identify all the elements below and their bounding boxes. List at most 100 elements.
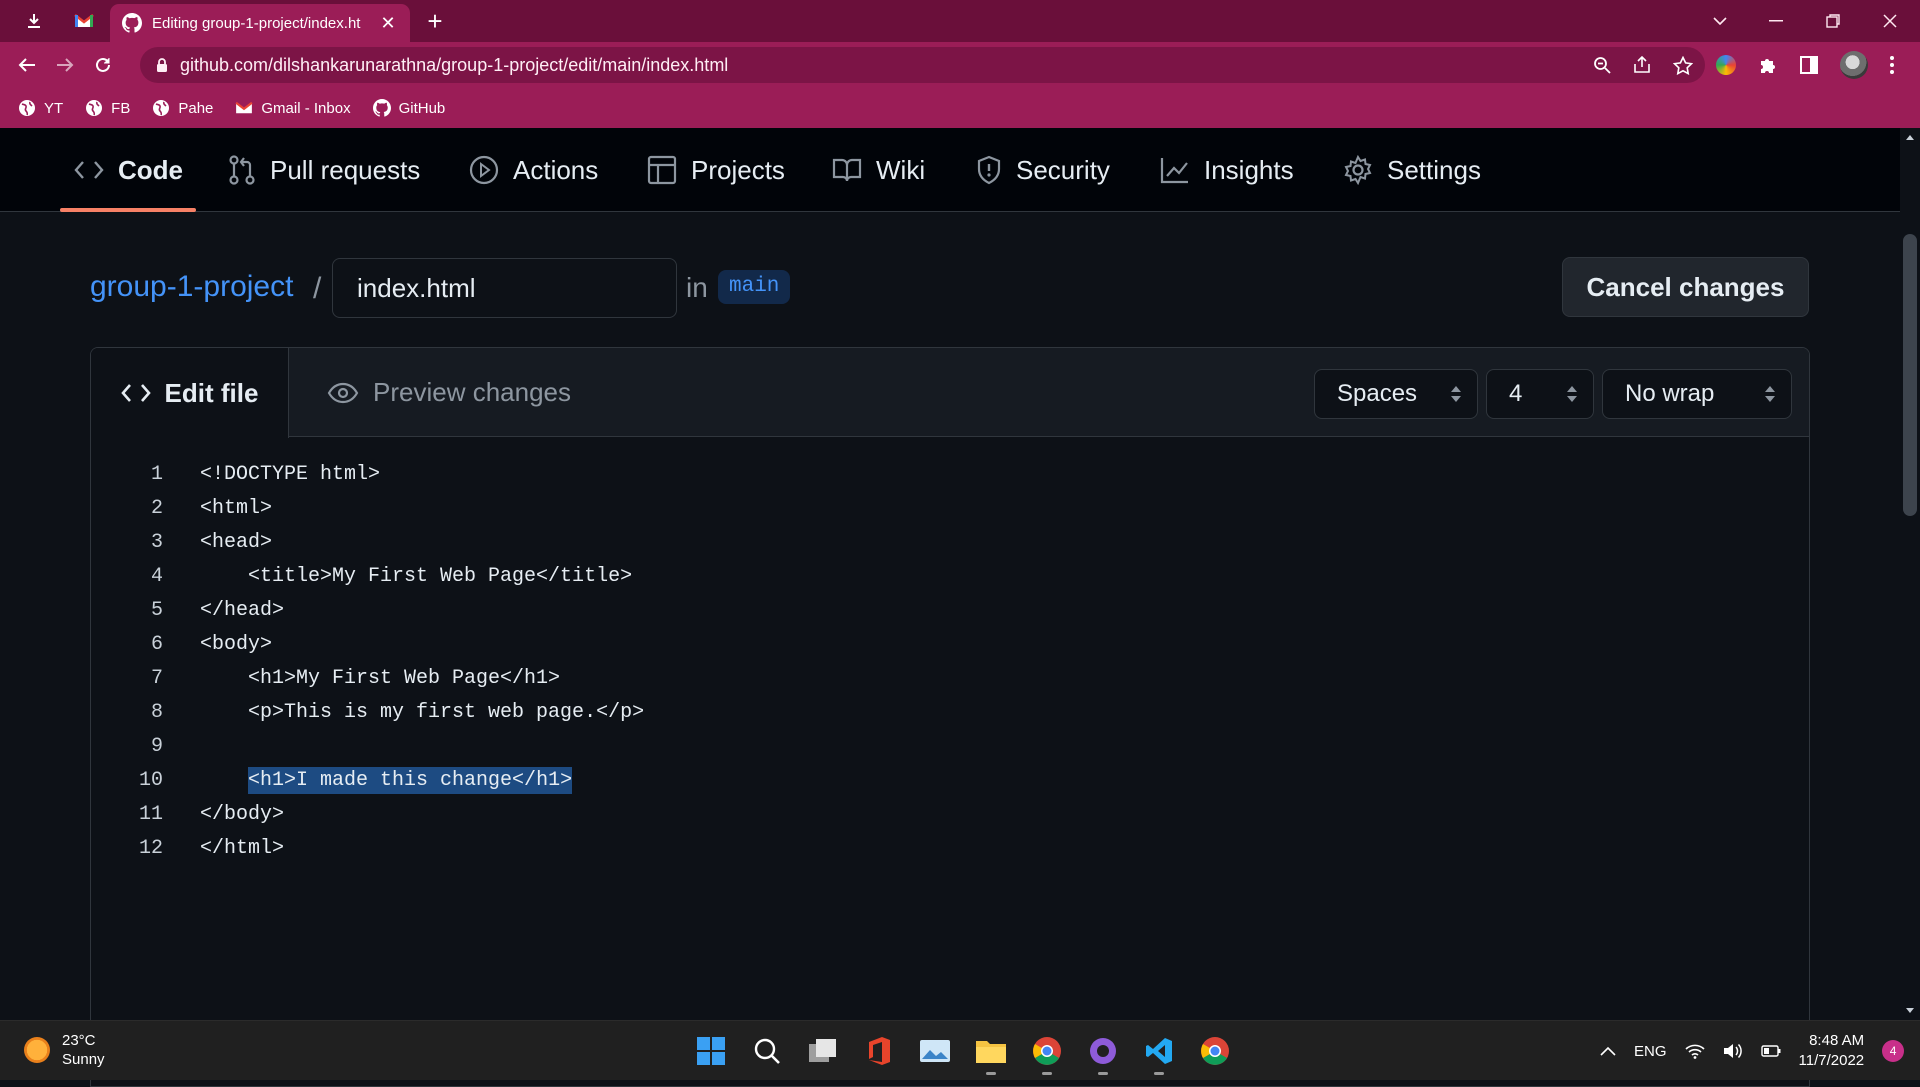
line-text: <h1>My First Web Page</h1> bbox=[200, 667, 561, 690]
chevron-up-icon[interactable] bbox=[1600, 1046, 1616, 1056]
active-tab[interactable]: Editing group-1-project/index.ht ✕ bbox=[110, 4, 410, 42]
tab-code[interactable]: Code bbox=[74, 128, 183, 212]
restore-icon[interactable] bbox=[1805, 0, 1861, 42]
address-bar[interactable]: github.com/dilshankarunarathna/group-1-p… bbox=[140, 47, 1705, 83]
scroll-up-icon[interactable] bbox=[1900, 130, 1920, 144]
book-icon bbox=[832, 158, 862, 182]
tab-search-icon[interactable] bbox=[1692, 0, 1748, 42]
indent-size-select[interactable]: 4 bbox=[1486, 369, 1594, 419]
zoom-icon[interactable] bbox=[1593, 56, 1611, 74]
browser-toolbar: github.com/dilshankarunarathna/group-1-p… bbox=[0, 42, 1920, 88]
line-text: <head> bbox=[200, 531, 273, 554]
code-line: 2 <html> bbox=[91, 492, 1809, 526]
tab-wiki[interactable]: Wiki bbox=[832, 128, 925, 212]
date: 11/7/2022 bbox=[1798, 1052, 1865, 1069]
battery-icon[interactable] bbox=[1760, 1044, 1781, 1058]
line-number: 3 bbox=[150, 531, 163, 554]
globe-icon bbox=[19, 100, 35, 116]
tab-label: Actions bbox=[513, 154, 599, 185]
temperature: 23°C bbox=[62, 1032, 96, 1049]
bookmark-gmail[interactable]: Gmail - Inbox bbox=[235, 99, 351, 117]
path-separator: / bbox=[313, 272, 322, 305]
filename-input[interactable] bbox=[332, 258, 677, 318]
line-text: <body> bbox=[200, 633, 273, 656]
lock-icon[interactable] bbox=[156, 57, 168, 73]
clock[interactable]: 8:48 AM 11/7/2022 bbox=[1799, 1031, 1865, 1071]
page-scrollbar[interactable] bbox=[1900, 128, 1920, 1020]
code-area[interactable]: 1 <!DOCTYPE html> 2 <html> 3 <head> 4 <titl… bbox=[91, 458, 1809, 866]
bookmark-github[interactable]: GitHub bbox=[372, 99, 445, 117]
github-desktop-app[interactable] bbox=[1082, 1029, 1124, 1075]
taskbar-apps bbox=[690, 1029, 1236, 1075]
code-line-selected: 10 <h1>I made this change</h1> bbox=[91, 764, 1809, 798]
tab-insights[interactable]: Insights bbox=[1160, 128, 1294, 212]
minimize-icon[interactable] bbox=[1748, 0, 1804, 42]
side-panel-icon[interactable] bbox=[1800, 56, 1818, 74]
extension-color-icon[interactable] bbox=[1716, 55, 1736, 75]
tab-label: Code bbox=[118, 154, 183, 185]
new-tab-button[interactable]: + bbox=[418, 0, 452, 42]
tab-settings[interactable]: Settings bbox=[1343, 128, 1481, 212]
weather-widget[interactable]: 23°C Sunny bbox=[24, 1031, 105, 1069]
indent-mode-select[interactable]: Spaces bbox=[1314, 369, 1478, 419]
file-explorer-app[interactable] bbox=[970, 1029, 1012, 1075]
tab-projects[interactable]: Projects bbox=[647, 128, 785, 212]
close-tab-icon[interactable]: ✕ bbox=[378, 13, 398, 34]
forward-icon[interactable] bbox=[46, 46, 84, 84]
bookmark-pahe[interactable]: Pahe bbox=[152, 99, 213, 117]
line-text: <!DOCTYPE html> bbox=[200, 463, 381, 486]
tab-pull-requests[interactable]: Pull requests bbox=[228, 128, 420, 212]
repo-link[interactable]: group-1-project bbox=[90, 270, 293, 304]
volume-icon[interactable] bbox=[1723, 1043, 1743, 1059]
photos-app[interactable] bbox=[914, 1029, 956, 1073]
menu-dots-icon[interactable] bbox=[1890, 56, 1894, 74]
vscode-app[interactable] bbox=[1138, 1029, 1180, 1075]
line-number: 10 bbox=[138, 769, 163, 792]
tab-preview-changes[interactable]: Preview changes bbox=[327, 348, 571, 437]
tab-label: Settings bbox=[1387, 154, 1481, 185]
tab-edit-file[interactable]: Edit file bbox=[91, 348, 289, 438]
bookmark-yt[interactable]: YT bbox=[18, 99, 63, 117]
bookmark-label: Gmail - Inbox bbox=[261, 99, 351, 117]
reload-icon[interactable] bbox=[84, 46, 122, 84]
line-number: 1 bbox=[150, 463, 163, 486]
start-button[interactable] bbox=[690, 1029, 732, 1073]
gmail-tab-icon[interactable] bbox=[64, 0, 104, 42]
star-icon[interactable] bbox=[1673, 55, 1693, 75]
bookmark-label: Pahe bbox=[178, 99, 214, 117]
language-indicator[interactable]: ENG bbox=[1634, 1043, 1667, 1060]
profile-avatar[interactable] bbox=[1840, 51, 1868, 79]
task-view-icon bbox=[809, 1039, 836, 1062]
scroll-down-icon[interactable] bbox=[1900, 1004, 1920, 1018]
back-icon[interactable] bbox=[8, 46, 46, 84]
share-icon[interactable] bbox=[1633, 56, 1651, 74]
search-icon bbox=[754, 1038, 780, 1064]
weather-condition: Sunny bbox=[62, 1051, 105, 1068]
task-view-button[interactable] bbox=[802, 1029, 844, 1073]
downloads-icon[interactable] bbox=[14, 0, 54, 42]
cancel-changes-button[interactable]: Cancel changes bbox=[1562, 257, 1809, 317]
wifi-icon[interactable] bbox=[1684, 1043, 1705, 1059]
repo-nav: Code Pull requests Actions Projects Wiki… bbox=[0, 128, 1900, 212]
search-button[interactable] bbox=[746, 1029, 788, 1073]
office-app[interactable] bbox=[858, 1029, 900, 1073]
chrome-app-active[interactable] bbox=[1194, 1029, 1236, 1073]
windows-icon bbox=[697, 1037, 725, 1065]
tab-edit-label: Edit file bbox=[164, 377, 259, 408]
notification-badge[interactable]: 4 bbox=[1882, 1040, 1905, 1062]
tab-security[interactable]: Security bbox=[976, 128, 1110, 212]
code-line: 6 <body> bbox=[91, 628, 1809, 662]
sun-icon bbox=[24, 1037, 50, 1063]
puzzle-icon[interactable] bbox=[1758, 55, 1778, 75]
wrap-mode-select[interactable]: No wrap bbox=[1602, 369, 1792, 419]
close-window-icon[interactable] bbox=[1862, 0, 1918, 42]
line-number: 8 bbox=[150, 701, 163, 724]
tab-actions[interactable]: Actions bbox=[469, 128, 598, 212]
scrollbar-thumb[interactable] bbox=[1903, 234, 1917, 516]
system-tray: ENG 8:48 AM 11/7/2022 4 bbox=[1600, 1021, 1905, 1081]
gmail-icon bbox=[235, 101, 253, 114]
chrome-app[interactable] bbox=[1026, 1029, 1068, 1075]
bookmark-fb[interactable]: FB bbox=[85, 99, 130, 117]
line-text: </body> bbox=[200, 803, 285, 826]
indent-mode-value: Spaces bbox=[1337, 380, 1418, 407]
